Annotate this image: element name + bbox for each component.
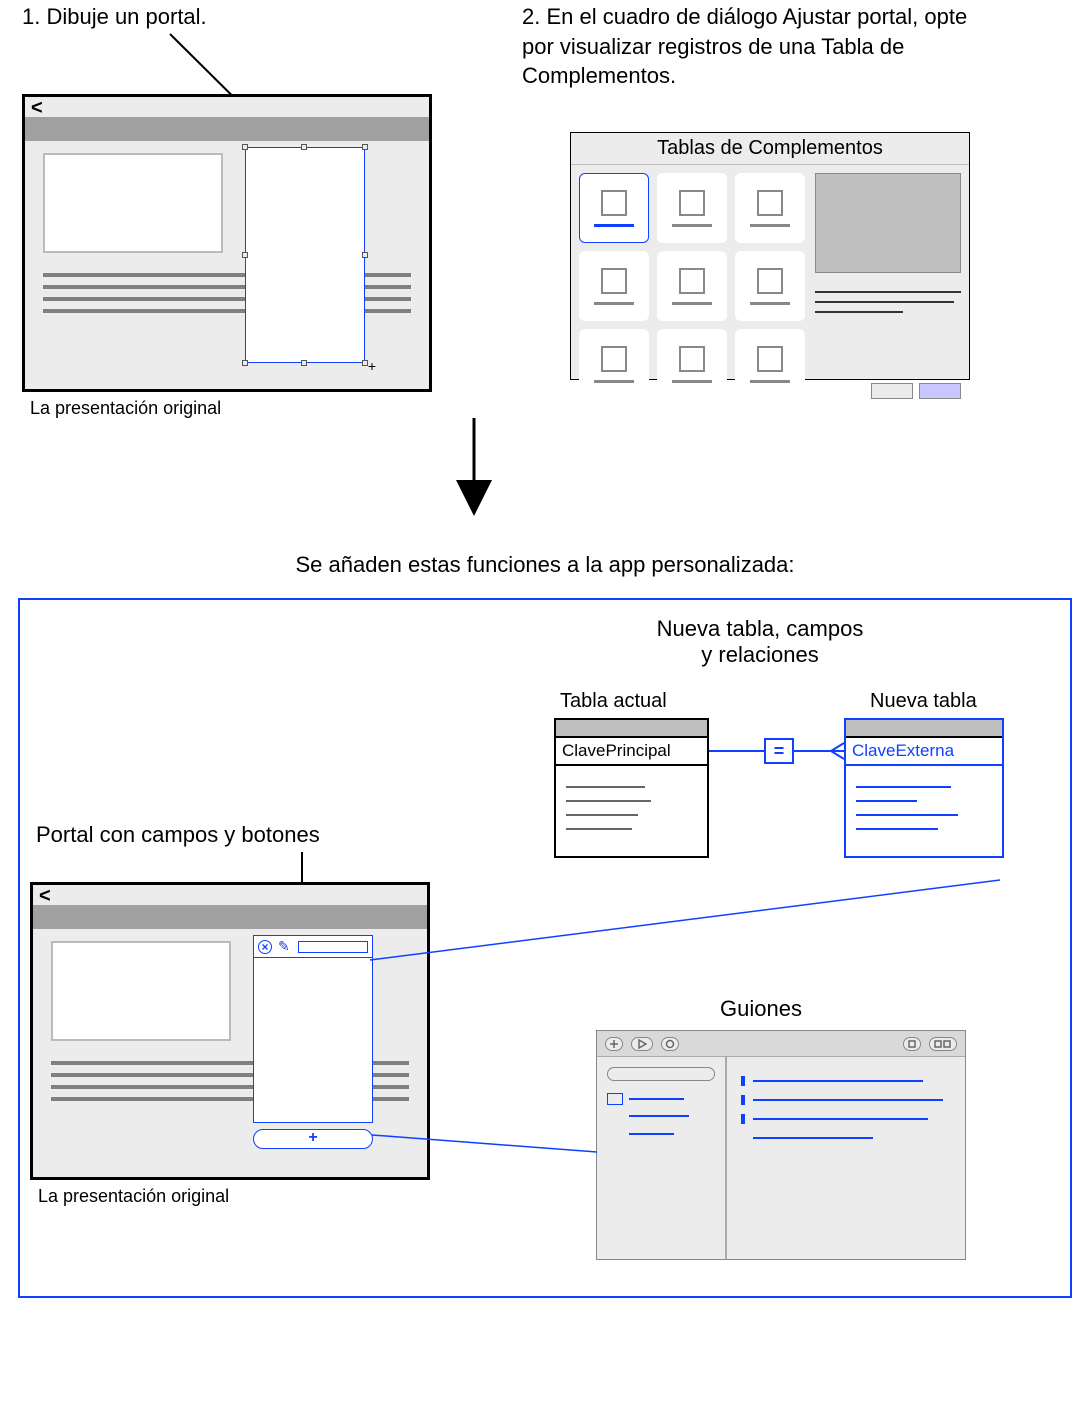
scripts-window: [596, 1030, 966, 1260]
scripts-debug-icon[interactable]: [661, 1037, 679, 1051]
portal-field[interactable]: [298, 941, 368, 953]
dialog-title: Tablas de Complementos: [571, 133, 969, 165]
new-table: ClaveExterna: [844, 718, 1004, 858]
layout-back[interactable]: <: [25, 97, 429, 119]
scripts-search[interactable]: [607, 1067, 715, 1081]
step1-text: 1. Dibuje un portal.: [22, 2, 442, 32]
current-table-label: Tabla actual: [560, 690, 667, 713]
scripts-new-icon[interactable]: [605, 1037, 623, 1051]
script-step[interactable]: [741, 1114, 951, 1124]
addon-cell[interactable]: [735, 173, 805, 243]
scripts-steps-pane: [727, 1057, 965, 1259]
scripts-run-icon[interactable]: [631, 1037, 653, 1051]
layout2-caption: La presentación original: [38, 1186, 229, 1207]
layout-header-band: [25, 119, 429, 141]
scripts-view-icon[interactable]: [929, 1037, 957, 1051]
addon-cell[interactable]: [735, 251, 805, 321]
portal[interactable]: × ✎: [253, 935, 373, 1123]
intro-text: Se añaden estas funciones a la app perso…: [0, 552, 1090, 578]
dialog-cancel-button[interactable]: [871, 383, 913, 399]
addon-cell[interactable]: [657, 173, 727, 243]
script-step[interactable]: [741, 1133, 951, 1143]
addon-preview: [815, 173, 961, 399]
script-item[interactable]: [629, 1115, 689, 1117]
addon-cell[interactable]: [579, 251, 649, 321]
addon-cell[interactable]: [657, 251, 727, 321]
relationship-operator: =: [764, 738, 794, 764]
new-table-label: Nueva tabla: [870, 690, 977, 713]
script-step[interactable]: [741, 1095, 951, 1105]
layout-window-1: < +: [22, 94, 432, 392]
portal-edit-icon[interactable]: ✎: [278, 938, 290, 955]
portal-label: Portal con campos y botones: [36, 822, 320, 848]
portal-draw-box[interactable]: +: [245, 147, 365, 363]
script-item[interactable]: [629, 1133, 674, 1135]
step1-caption: La presentación original: [30, 398, 221, 419]
portal-delete-icon[interactable]: ×: [258, 940, 272, 954]
addon-cell[interactable]: [657, 329, 727, 399]
layout2-back[interactable]: <: [33, 885, 427, 907]
scripts-heading: Guiones: [720, 996, 802, 1022]
preview-text: [815, 283, 961, 321]
scripts-toolbar: [597, 1031, 965, 1057]
folder-icon: [607, 1093, 623, 1105]
new-table-key: ClaveExterna: [846, 738, 1002, 766]
addon-cell-selected[interactable]: [579, 173, 649, 243]
tables-heading: Nueva tabla, campos y relaciones: [600, 616, 920, 668]
addon-cell[interactable]: [735, 329, 805, 399]
script-step[interactable]: [741, 1076, 951, 1086]
step2-text: 2. En el cuadro de diálogo Ajustar porta…: [522, 2, 992, 91]
dialog-ok-button[interactable]: [919, 383, 961, 399]
layout2-header-band: [33, 907, 427, 929]
layout-window-2: < × ✎ +: [30, 882, 430, 1180]
scripts-stop-icon[interactable]: [903, 1037, 921, 1051]
scripts-list-pane: [597, 1057, 727, 1259]
preview-image: [815, 173, 961, 273]
addon-tables-dialog: Tablas de Complementos: [570, 132, 970, 380]
layout2-image-placeholder: [51, 941, 231, 1041]
flow-arrow-down: [454, 418, 494, 518]
layout-image-placeholder: [43, 153, 223, 253]
addon-cell[interactable]: [579, 329, 649, 399]
portal-add-button[interactable]: +: [253, 1129, 373, 1149]
current-table: ClavePrincipal: [554, 718, 709, 858]
current-table-key: ClavePrincipal: [556, 738, 707, 766]
addon-grid: [579, 173, 805, 399]
scripts-folder[interactable]: [607, 1093, 715, 1105]
